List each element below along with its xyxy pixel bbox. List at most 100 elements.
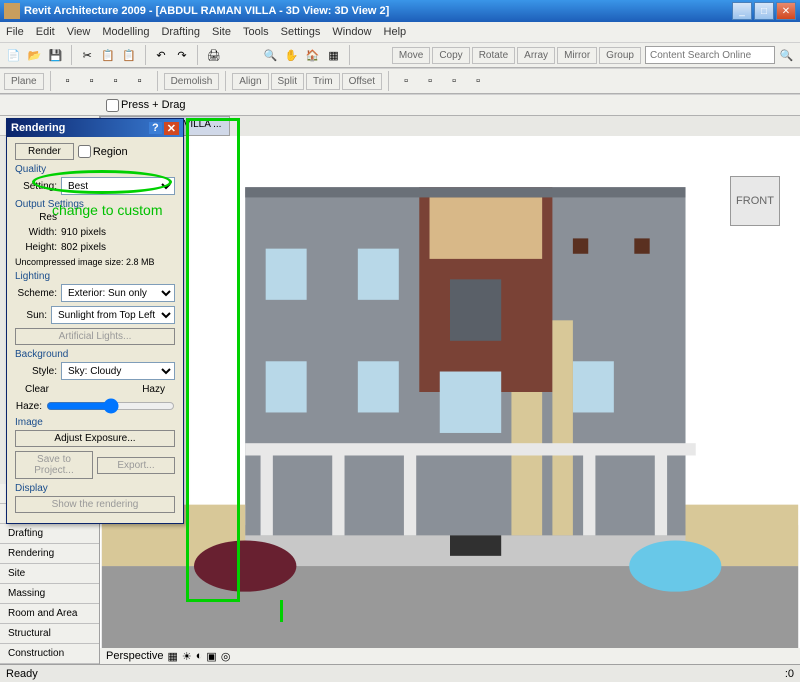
menu-edit[interactable]: Edit [36,26,55,38]
tool-icon[interactable]: ▫ [129,70,151,92]
show-rendering-button[interactable]: Show the rendering [15,496,175,513]
tool-icon[interactable]: ▫ [105,70,127,92]
view-style-icon[interactable]: ▦ [167,650,177,663]
plane-tool[interactable]: Plane [4,73,44,90]
sun-select[interactable]: Sunlight from Top Left [51,306,175,324]
copy-icon[interactable]: 📋 [99,44,118,66]
render-icon[interactable]: ◎ [221,650,231,663]
sidebar-site[interactable]: Site [0,564,99,584]
sidebar-massing[interactable]: Massing [0,584,99,604]
view-control-bar: Perspective ▦ ☀ ◐ ▣ ◎ [100,648,800,664]
haze-slider[interactable] [46,399,175,413]
zoom-icon[interactable]: 🔍 [261,44,280,66]
lighting-group: Lighting [15,271,175,282]
help-icon[interactable]: ? [149,122,162,134]
array-tool[interactable]: Array [517,47,555,64]
view-icon[interactable]: ▦ [324,44,343,66]
menu-drafting[interactable]: Drafting [161,26,200,38]
render-button[interactable]: Render [15,143,74,160]
dialog-close-icon[interactable]: ✕ [164,122,179,135]
width-value: 910 pixels [61,227,106,238]
redo-icon[interactable]: ↷ [172,44,191,66]
menu-file[interactable]: File [6,26,24,38]
press-drag-checkbox[interactable]: Press + Drag [106,99,186,112]
close-button[interactable]: ✕ [776,2,796,20]
3d-canvas[interactable]: FRONT [100,136,800,648]
toolbar-options: Press + Drag [0,94,800,116]
artificial-lights-button[interactable]: Artificial Lights... [15,328,175,345]
crop-icon[interactable]: ▣ [206,650,216,663]
tool-icon[interactable]: ▫ [57,70,79,92]
mirror-tool[interactable]: Mirror [557,47,597,64]
tool-icon[interactable]: ▫ [467,70,489,92]
split-tool[interactable]: Split [271,73,304,90]
sidebar-structural[interactable]: Structural [0,624,99,644]
search-go-icon[interactable]: 🔍 [777,44,796,66]
menu-help[interactable]: Help [384,26,407,38]
setting-label: Setting: [15,181,57,192]
tool-icon[interactable]: ▫ [395,70,417,92]
undo-icon[interactable]: ↶ [152,44,171,66]
export-button[interactable]: Export... [97,457,175,474]
tool-icon[interactable]: ▫ [419,70,441,92]
align-tool[interactable]: Align [232,73,268,90]
save-project-button[interactable]: Save to Project... [15,451,93,479]
quality-group: Quality [15,164,175,175]
menu-tools[interactable]: Tools [243,26,269,38]
style-select[interactable]: Sky: Cloudy [61,362,175,380]
print-icon[interactable]: 🖨 [204,44,223,66]
adjust-exposure-button[interactable]: Adjust Exposure... [15,430,175,447]
window-title: Revit Architecture 2009 - [ABDUL RAMAN V… [24,5,732,17]
offset-tool[interactable]: Offset [342,73,383,90]
window-titlebar: Revit Architecture 2009 - [ABDUL RAMAN V… [0,0,800,22]
3d-icon[interactable]: 🏠 [303,44,322,66]
rotate-tool[interactable]: Rotate [472,47,515,64]
image-group: Image [15,417,175,428]
perspective-label[interactable]: Perspective [106,650,163,662]
clear-label: Clear [25,384,49,395]
menu-modelling[interactable]: Modelling [102,26,149,38]
status-ready: Ready [6,668,785,680]
background-group: Background [15,349,175,360]
scheme-select[interactable]: Exterior: Sun only [61,284,175,302]
menu-site[interactable]: Site [212,26,231,38]
dialog-title: Rendering [11,122,149,134]
rendering-dialog: Rendering ? ✕ Render Region Quality Sett… [6,118,184,524]
search-input[interactable] [645,46,775,64]
menu-window[interactable]: Window [332,26,371,38]
height-value: 802 pixels [61,242,106,253]
new-icon[interactable]: 📄 [4,44,23,66]
group-tool[interactable]: Group [599,47,641,64]
annotation-text: change to custom [52,202,163,218]
save-icon[interactable]: 💾 [46,44,65,66]
view-cube[interactable]: FRONT [730,176,780,226]
menu-view[interactable]: View [67,26,91,38]
sidebar-construction[interactable]: Construction [0,644,99,664]
cut-icon[interactable]: ✂ [78,44,97,66]
menu-settings[interactable]: Settings [281,26,321,38]
region-checkbox[interactable]: Region [78,145,128,158]
statusbar: Ready :0 [0,664,800,682]
style-label: Style: [15,366,57,377]
maximize-button[interactable]: □ [754,2,774,20]
tool-icon[interactable]: ▫ [81,70,103,92]
tool-icon[interactable]: ▫ [443,70,465,92]
sun-icon[interactable]: ☀ [182,650,192,663]
open-icon[interactable]: 📂 [25,44,44,66]
shadow-icon[interactable]: ◐ [196,650,203,662]
sidebar-drafting[interactable]: Drafting [0,524,99,544]
pan-icon[interactable]: ✋ [282,44,301,66]
quality-select[interactable]: Best [61,177,175,195]
viewport: ABDUL RAMAN VILLA ... [100,116,800,664]
sidebar-rendering[interactable]: Rendering [0,544,99,564]
paste-icon[interactable]: 📋 [120,44,139,66]
status-filter: :0 [785,668,794,680]
scheme-label: Scheme: [15,288,57,299]
sidebar-room-area[interactable]: Room and Area [0,604,99,624]
trim-tool[interactable]: Trim [306,73,340,90]
copy-tool[interactable]: Copy [432,47,469,64]
sun-label: Sun: [15,310,47,321]
minimize-button[interactable]: _ [732,2,752,20]
demolish-tool[interactable]: Demolish [164,73,220,90]
move-tool[interactable]: Move [392,47,430,64]
